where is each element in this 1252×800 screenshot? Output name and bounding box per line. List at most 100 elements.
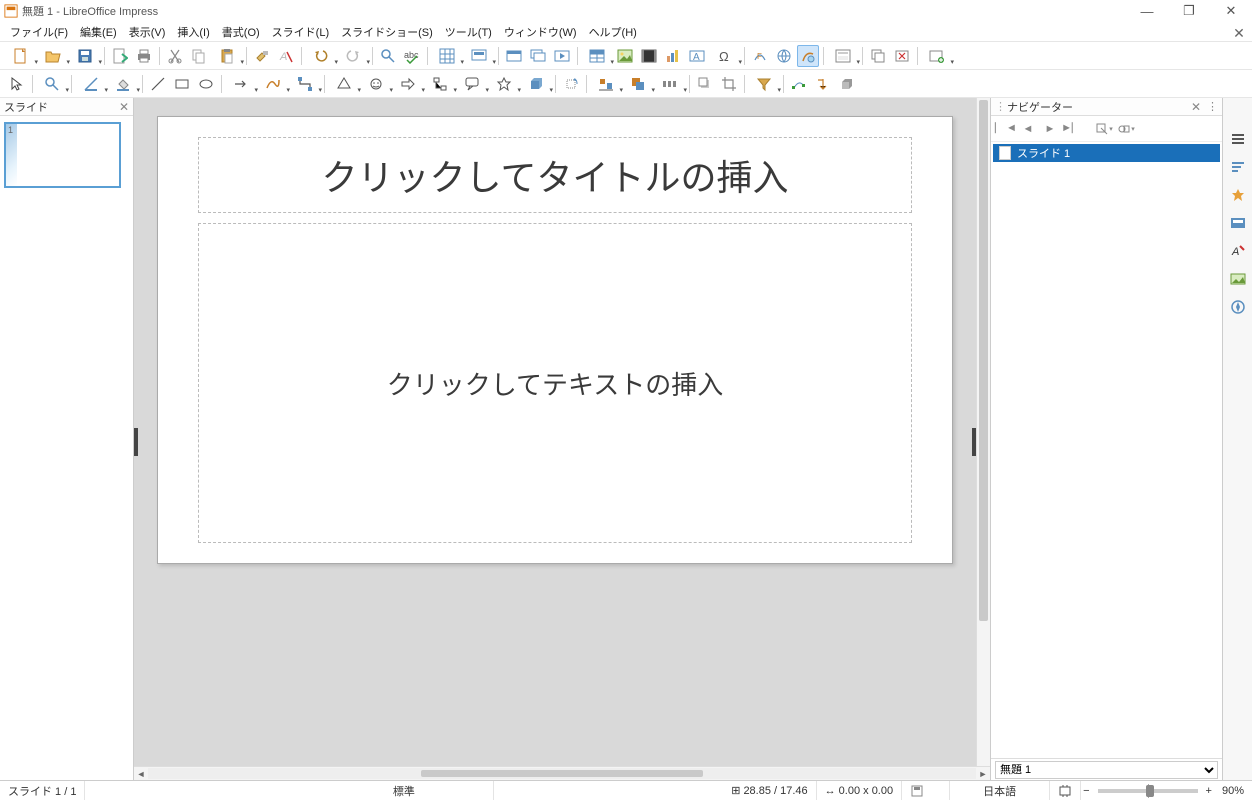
tab-animation[interactable] — [1227, 184, 1249, 206]
close-document-button[interactable]: ✕ — [1232, 26, 1246, 40]
gluepoints-button[interactable] — [812, 73, 834, 95]
delete-slide-button[interactable] — [891, 45, 913, 67]
navigator-tree[interactable]: スライド 1 — [991, 142, 1222, 758]
menu-format[interactable]: 書式(O) — [216, 22, 266, 42]
nav-shapes-button[interactable]: ▾ — [1117, 120, 1135, 138]
slide-thumbnails[interactable]: 1 — [0, 116, 133, 780]
lines-arrows-button[interactable]: ▾ — [226, 73, 256, 95]
align-objects-button[interactable]: ▾ — [591, 73, 621, 95]
start-from-first-button[interactable] — [527, 45, 549, 67]
menu-help[interactable]: ヘルプ(H) — [583, 22, 643, 42]
status-mode[interactable]: 標準 — [314, 781, 494, 800]
spellcheck-button[interactable]: abc — [401, 45, 423, 67]
insert-chart-button[interactable] — [662, 45, 684, 67]
menu-file[interactable]: ファイル(F) — [4, 22, 74, 42]
insert-line-button[interactable] — [147, 73, 169, 95]
menu-insert[interactable]: 挿入(I) — [171, 22, 215, 42]
menu-slideshow[interactable]: スライドショー(S) — [335, 22, 439, 42]
zoom-fit-button[interactable] — [1050, 781, 1081, 800]
ellipse-button[interactable] — [195, 73, 217, 95]
insert-fontwork-button[interactable]: F — [749, 45, 771, 67]
hscroll-right-arrow[interactable]: ► — [976, 767, 990, 780]
connectors-button[interactable]: ▾ — [290, 73, 320, 95]
canvas-scroll[interactable]: クリックしてタイトルの挿入 クリックしてテキストの挿入 — [134, 98, 976, 766]
maximize-button[interactable]: ❐ — [1172, 1, 1206, 21]
insert-av-button[interactable] — [638, 45, 660, 67]
line-color-button[interactable]: ▾ — [76, 73, 106, 95]
slide-thumbnail-1[interactable]: 1 — [4, 122, 121, 188]
flowchart-button[interactable]: ▾ — [425, 73, 455, 95]
curves-polygons-button[interactable]: ▾ — [258, 73, 288, 95]
menu-slide[interactable]: スライド(L) — [266, 22, 335, 42]
nav-first-button[interactable]: ⎸◄ — [997, 120, 1015, 138]
navigator-close-button[interactable]: ✕ — [1191, 100, 1201, 114]
zoom-out-button[interactable]: − — [1081, 781, 1091, 800]
crop-image-button[interactable] — [718, 73, 740, 95]
find-replace-button[interactable] — [377, 45, 399, 67]
copy-button[interactable] — [188, 45, 210, 67]
tab-master-slides[interactable] — [1227, 212, 1249, 234]
tab-gallery[interactable] — [1227, 268, 1249, 290]
content-placeholder[interactable]: クリックしてテキストの挿入 — [198, 223, 912, 543]
tab-styles[interactable]: A — [1227, 240, 1249, 262]
zoom-tool-button[interactable]: ▾ — [37, 73, 67, 95]
paste-button[interactable]: ▾ — [212, 45, 242, 67]
status-modified[interactable] — [902, 781, 950, 800]
arrange-button[interactable]: ▾ — [623, 73, 653, 95]
print-button[interactable] — [133, 45, 155, 67]
navigator-doc-select[interactable]: 無題 1 — [995, 761, 1218, 779]
vertical-scrollbar[interactable] — [976, 98, 990, 766]
status-slide-count[interactable]: スライド 1 / 1 — [0, 781, 85, 800]
insert-special-char-button[interactable]: Ω▾ — [710, 45, 740, 67]
export-pdf-button[interactable] — [109, 45, 131, 67]
open-button[interactable]: ▾ — [38, 45, 68, 67]
display-views-button[interactable]: ▾ — [464, 45, 494, 67]
stars-button[interactable]: ▾ — [489, 73, 519, 95]
slide-canvas[interactable]: クリックしてタイトルの挿入 クリックしてテキストの挿入 — [157, 116, 953, 564]
basic-shapes-button[interactable]: ▾ — [329, 73, 359, 95]
tab-navigator[interactable] — [1227, 296, 1249, 318]
grid-view-button[interactable]: ▾ — [432, 45, 462, 67]
insert-hyperlink-button[interactable] — [773, 45, 795, 67]
new-slide-button[interactable]: ▾ — [922, 45, 952, 67]
nav-next-button[interactable]: ► — [1041, 120, 1059, 138]
fill-color-button[interactable]: ▾ — [108, 73, 138, 95]
extrusion-button[interactable] — [836, 73, 858, 95]
points-button[interactable] — [788, 73, 810, 95]
tab-slide-transition[interactable] — [1227, 156, 1249, 178]
navigator-item-slide1[interactable]: スライド 1 — [993, 144, 1220, 162]
menu-view[interactable]: 表示(V) — [123, 22, 172, 42]
slide-panel-close-button[interactable]: ✕ — [119, 100, 129, 114]
tab-properties[interactable] — [1227, 128, 1249, 150]
menu-tools[interactable]: ツール(T) — [439, 22, 498, 42]
insert-table-button[interactable]: ▾ — [582, 45, 612, 67]
nav-dragmode-button[interactable]: ▾ — [1095, 120, 1113, 138]
undo-button[interactable]: ▾ — [306, 45, 336, 67]
nav-prev-button[interactable]: ◄ — [1019, 120, 1037, 138]
filter-button[interactable]: ▾ — [749, 73, 779, 95]
horizontal-scrollbar[interactable]: ◄ ► — [134, 766, 990, 780]
rotate-button[interactable] — [560, 73, 582, 95]
zoom-knob[interactable] — [1146, 785, 1154, 797]
insert-image-button[interactable] — [614, 45, 636, 67]
hscroll-thumb[interactable] — [421, 770, 703, 777]
hscroll-left-arrow[interactable]: ◄ — [134, 767, 148, 780]
title-placeholder[interactable]: クリックしてタイトルの挿入 — [198, 137, 912, 213]
slide-layout-button[interactable]: ▾ — [828, 45, 858, 67]
new-button[interactable]: ▾ — [6, 45, 36, 67]
clone-formatting-button[interactable] — [251, 45, 273, 67]
clear-formatting-button[interactable]: A — [275, 45, 297, 67]
save-button[interactable]: ▾ — [70, 45, 100, 67]
show-draw-functions-button[interactable] — [797, 45, 819, 67]
minimize-button[interactable]: — — [1130, 1, 1164, 21]
zoom-slider[interactable] — [1098, 789, 1198, 793]
menu-window[interactable]: ウィンドウ(W) — [498, 22, 583, 42]
start-current-button[interactable] — [551, 45, 573, 67]
redo-button[interactable]: ▾ — [338, 45, 368, 67]
duplicate-slide-button[interactable] — [867, 45, 889, 67]
select-tool-button[interactable] — [6, 73, 28, 95]
menu-edit[interactable]: 編集(E) — [74, 22, 123, 42]
cut-button[interactable] — [164, 45, 186, 67]
vscroll-thumb[interactable] — [979, 100, 988, 621]
3d-objects-button[interactable]: ▾ — [521, 73, 551, 95]
